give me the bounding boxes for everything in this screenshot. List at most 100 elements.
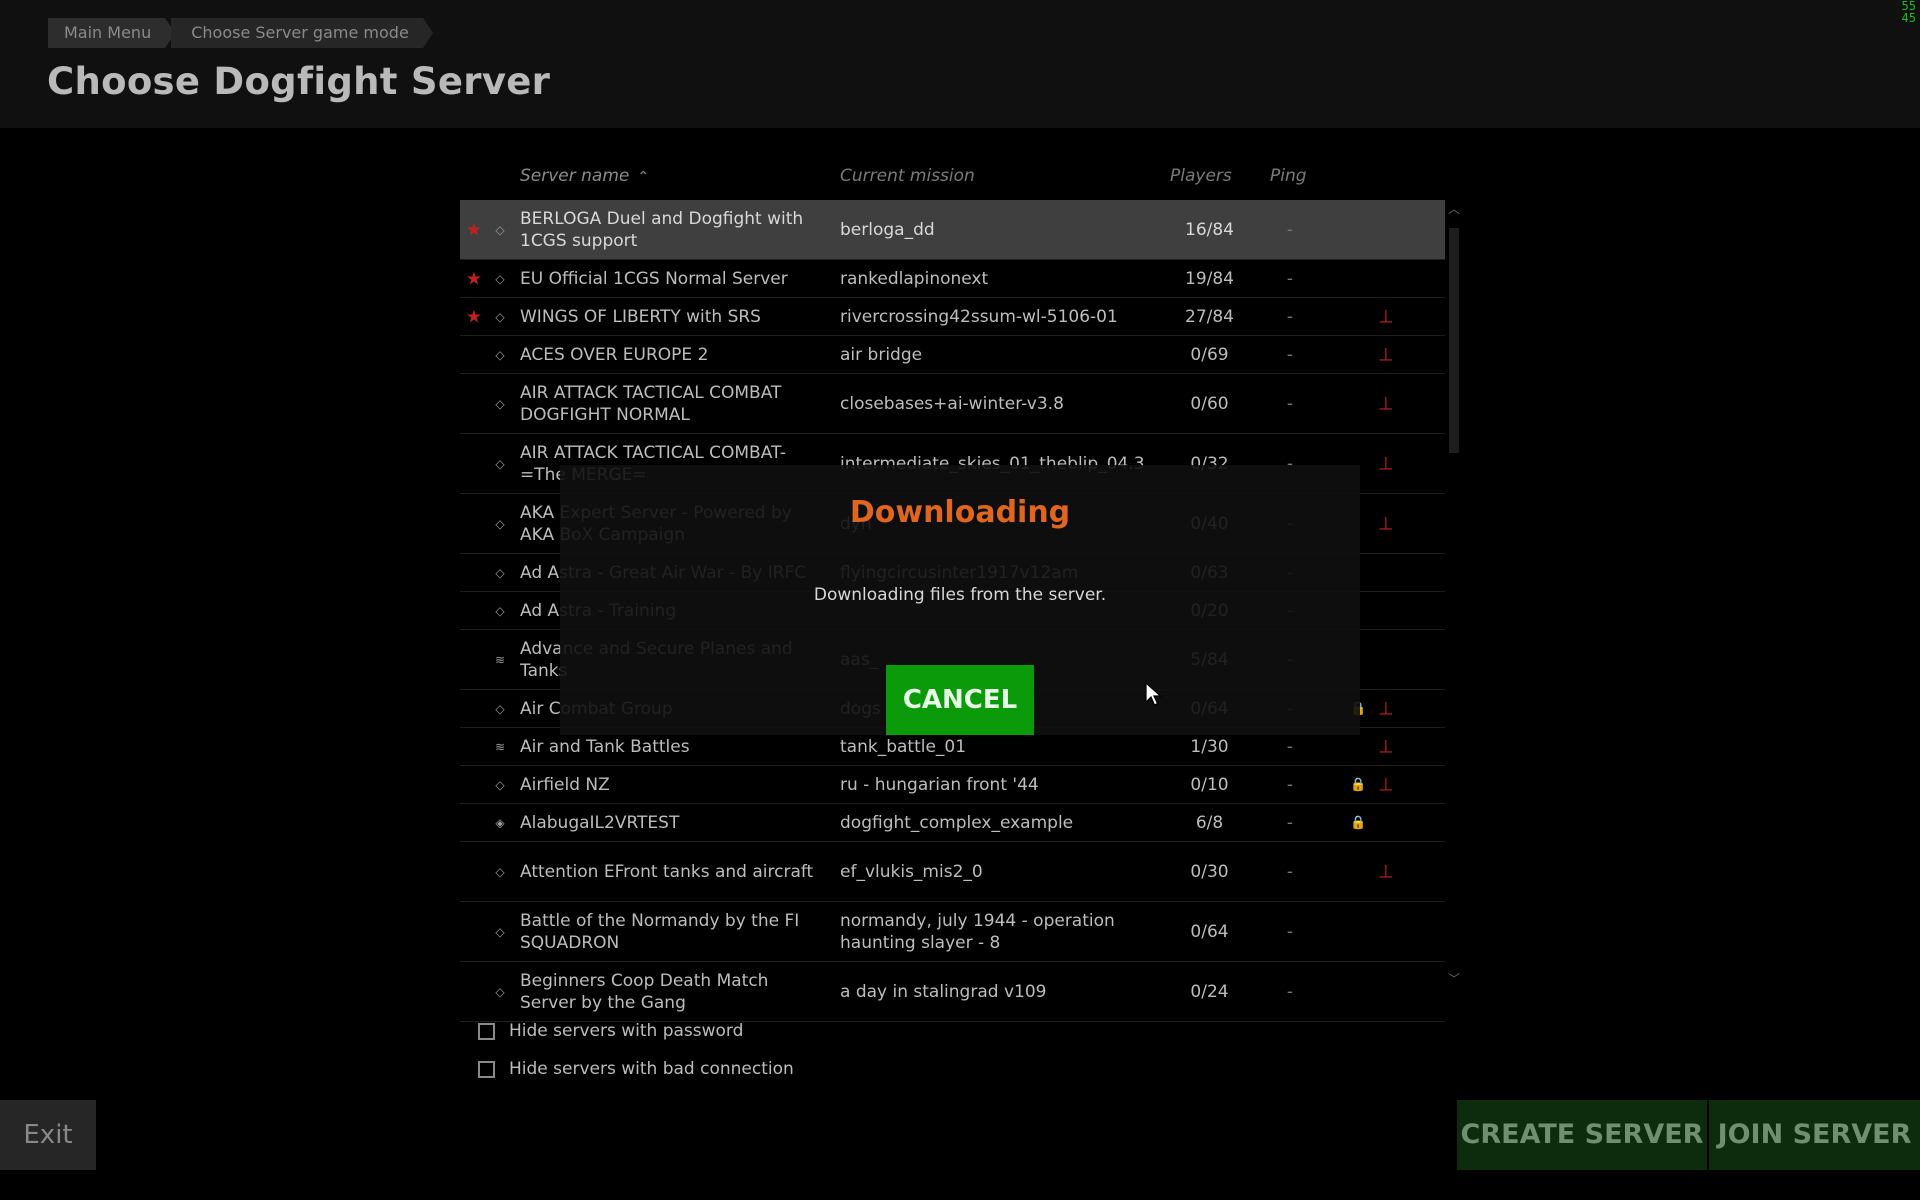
favorite-star-icon[interactable]: ★ [464, 219, 484, 240]
ping-value: - [1286, 344, 1294, 365]
current-mission: dogfight_complex_example [840, 812, 1074, 833]
current-mission: normandy, july 1944 - operation haunting… [840, 910, 1115, 953]
ping-value: - [1286, 861, 1294, 882]
players-count: 0/60 [1190, 393, 1229, 414]
table-row[interactable]: ◇ AIR ATTACK TACTICAL COMBAT DOGFIGHT NOR… [460, 374, 1445, 434]
fps-value: 45 [1901, 11, 1916, 25]
ping-value: - [1286, 306, 1294, 327]
server-name: WINGS OF LIBERTY with SRS [520, 306, 761, 327]
downloading-dialog: Downloading Downloading files from the s… [560, 465, 1360, 735]
breadcrumb: Main Menu Choose Server game mode [48, 18, 433, 48]
scroll-down-icon[interactable]: ﹀ [1448, 970, 1460, 986]
restriction-icon: ⊥ [1378, 344, 1394, 365]
table-row[interactable]: ◇ ACES OVER EUROPE 2 air bridge 0/69 - ⊥ [460, 336, 1445, 374]
server-type-icon: ◇ [495, 222, 505, 237]
ping-value: - [1286, 774, 1294, 795]
server-name: ACES OVER EUROPE 2 [520, 344, 709, 365]
players-count: 27/84 [1185, 306, 1234, 327]
server-name: Beginners Coop Death Match Server by the… [520, 970, 769, 1013]
server-name: AIR ATTACK TACTICAL COMBAT DOGFIGHT NORM… [520, 382, 782, 425]
server-type-icon: ◇ [495, 309, 505, 324]
table-row[interactable]: ◈ AlabugaIL2VRTEST dogfight_complex_exampl… [460, 804, 1445, 842]
hide-password-checkbox[interactable]: Hide servers with password [478, 1012, 794, 1050]
server-name: Airfield NZ [520, 774, 610, 795]
breadcrumb-main-menu[interactable]: Main Menu [48, 18, 176, 48]
table-row[interactable]: ◇ Attention EFront tanks and aircraft ef_v… [460, 842, 1445, 902]
column-header-label: Server name [520, 166, 630, 186]
scrollbar[interactable]: ︿ ﹀ [1448, 200, 1460, 990]
server-type-icon: ◇ [495, 396, 505, 411]
current-mission: closebases+ai-winter-v3.8 [840, 393, 1064, 414]
server-type-icon: ◇ [495, 565, 505, 580]
server-type-icon: ≋ [494, 652, 506, 667]
players-count: 0/24 [1190, 981, 1229, 1002]
restriction-icon: ⊥ [1378, 774, 1394, 795]
server-type-icon: ◇ [495, 516, 505, 531]
table-row[interactable]: ★ ◇ WINGS OF LIBERTY with SRS rivercrossing… [460, 298, 1445, 336]
server-type-icon: ◇ [495, 271, 505, 286]
create-server-button[interactable]: CREATE SERVER [1457, 1100, 1707, 1170]
mouse-cursor-icon [1145, 682, 1163, 706]
server-type-icon: ◇ [495, 603, 505, 618]
scroll-up-icon[interactable]: ︿ [1448, 200, 1460, 216]
players-count: 0/30 [1190, 861, 1229, 882]
exit-button[interactable]: Exit [0, 1100, 96, 1170]
table-row[interactable]: ★ ◇ EU Official 1CGS Normal Server rankedla… [460, 260, 1445, 298]
restriction-icon: ⊥ [1378, 453, 1394, 474]
column-header-server-name[interactable]: Server name ⌃ [520, 166, 649, 186]
ping-value: - [1286, 268, 1294, 289]
players-count: 0/69 [1190, 344, 1229, 365]
current-mission: ef_vlukis_mis2_0 [840, 861, 983, 882]
restriction-icon: ⊥ [1378, 861, 1394, 882]
server-type-icon: ◇ [495, 864, 505, 879]
checkbox-label: Hide servers with bad connection [509, 1059, 794, 1079]
players-count: 19/84 [1185, 268, 1234, 289]
checkbox-label: Hide servers with password [509, 1021, 744, 1041]
dialog-message: Downloading files from the server. [813, 585, 1107, 605]
server-table: Server name ⌃ Current mission Players Pin… [460, 160, 1460, 1022]
restriction-icon: ⊥ [1378, 393, 1394, 414]
ping-value: - [1286, 393, 1294, 414]
ping-value: - [1286, 921, 1294, 942]
table-row[interactable]: ◇ Battle of the Normandy by the FI SQUADR… [460, 902, 1445, 962]
ping-value: - [1286, 219, 1294, 240]
server-type-icon: ◇ [495, 924, 505, 939]
current-mission: rivercrossing42ssum-wl-5106-01 [840, 306, 1118, 327]
filters: Hide servers with password Hide servers … [478, 1012, 794, 1088]
server-name: Attention EFront tanks and aircraft [520, 861, 814, 882]
column-header-players[interactable]: Players [1170, 166, 1232, 186]
server-type-icon: ◇ [495, 456, 505, 471]
breadcrumb-choose-server-mode[interactable]: Choose Server game mode [171, 18, 433, 48]
server-name: Battle of the Normandy by the FI SQUADRO… [520, 910, 800, 953]
scroll-thumb[interactable] [1449, 228, 1459, 453]
cancel-button[interactable]: CANCEL [886, 665, 1034, 735]
server-name: Air and Tank Battles [520, 736, 690, 757]
checkbox-box[interactable] [478, 1022, 495, 1040]
server-type-icon: ◇ [495, 347, 505, 362]
restriction-icon: ⊥ [1378, 306, 1394, 327]
table-header: Server name ⌃ Current mission Players Pin… [460, 160, 1460, 200]
server-name: AlabugaIL2VRTEST [520, 812, 680, 833]
current-mission: berloga_dd [840, 219, 935, 240]
current-mission: tank_battle_01 [840, 736, 967, 757]
lock-icon: 🔒 [1350, 777, 1367, 792]
players-count: 6/8 [1195, 812, 1224, 833]
table-row[interactable]: ◇ Airfield NZ ru - hungarian front '44 0/10… [460, 766, 1445, 804]
restriction-icon: ⊥ [1378, 513, 1394, 534]
sort-ascending-icon: ⌃ [637, 169, 650, 185]
top-bar: Main Menu Choose Server game mode Choose… [0, 0, 1920, 128]
join-server-button[interactable]: JOIN SERVER [1709, 1100, 1920, 1170]
checkbox-box[interactable] [478, 1060, 495, 1078]
favorite-star-icon[interactable]: ★ [464, 306, 484, 327]
favorite-star-icon[interactable]: ★ [464, 268, 484, 289]
restriction-icon: ⊥ [1378, 736, 1394, 757]
ping-value: - [1286, 981, 1294, 1002]
server-name: BERLOGA Duel and Dogfight with 1CGS supp… [520, 208, 804, 251]
hide-bad-connection-checkbox[interactable]: Hide servers with bad connection [478, 1050, 794, 1088]
dialog-title: Downloading [849, 495, 1071, 530]
table-row[interactable]: ★ ◇ BERLOGA Duel and Dogfight with 1CGS su… [460, 200, 1445, 260]
column-header-current-mission[interactable]: Current mission [840, 166, 975, 186]
column-header-ping[interactable]: Ping [1270, 166, 1307, 186]
server-type-icon: ◇ [495, 777, 505, 792]
current-mission: air bridge [840, 344, 923, 365]
